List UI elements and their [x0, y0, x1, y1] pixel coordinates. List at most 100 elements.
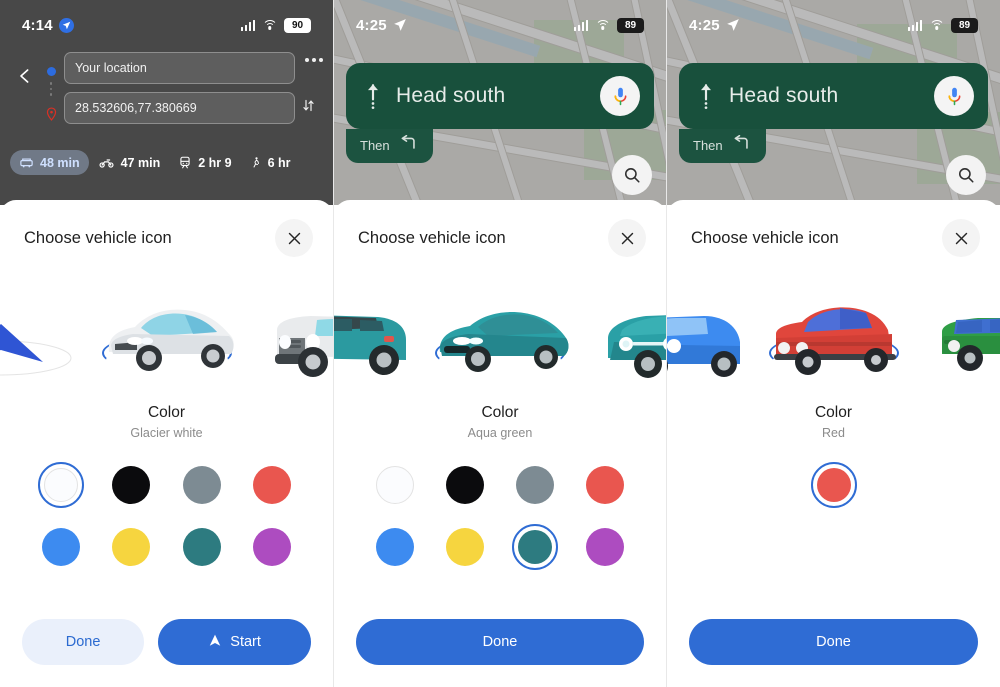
- close-icon[interactable]: [608, 219, 646, 257]
- vehicle-option-compact-hatchback[interactable]: [583, 278, 666, 382]
- panel-1: 4:14 90 Your location 28.532606,77.38066…: [0, 0, 333, 687]
- sheet-header: Choose vehicle icon: [667, 200, 1000, 276]
- google-assistant-mic-icon[interactable]: [600, 76, 640, 116]
- color-swatch-grey[interactable]: [512, 462, 558, 508]
- route-fields: Your location 28.532606,77.380669: [64, 48, 295, 124]
- color-swatch-grid: [0, 462, 333, 570]
- destination-input[interactable]: 28.532606,77.380669: [64, 92, 295, 124]
- color-swatch-blue[interactable]: [38, 524, 84, 570]
- color-heading: Color: [481, 404, 519, 421]
- vehicle-option-retro-sedan[interactable]: [751, 278, 917, 382]
- status-bar: 4:25 89: [667, 14, 1000, 36]
- route-dots-icon: [49, 82, 53, 96]
- color-swatch-red[interactable]: [249, 462, 295, 508]
- sheet-footer: Done: [334, 619, 666, 687]
- done-button[interactable]: Done: [356, 619, 644, 665]
- then-instruction-card: Then: [679, 129, 766, 163]
- travel-mode-motorcycle-label: 47 min: [120, 155, 161, 170]
- route-endpoints-icons: [38, 48, 64, 127]
- vehicle-option-sports-sedan[interactable]: [84, 278, 250, 382]
- color-swatch-grey[interactable]: [179, 462, 225, 508]
- vehicle-carousel[interactable]: [667, 276, 1000, 386]
- travel-mode-walk[interactable]: 6 hr: [241, 150, 300, 175]
- directions-header: Your location 28.532606,77.380669: [0, 48, 333, 127]
- done-button[interactable]: Done: [22, 619, 145, 665]
- screenshot-strip: 4:14 90 Your location 28.532606,77.38066…: [0, 0, 1000, 687]
- color-swatch-yellow[interactable]: [442, 524, 488, 570]
- page-title: Choose vehicle icon: [24, 228, 172, 247]
- color-swatch-red[interactable]: [810, 462, 857, 508]
- vehicle-option-pickup-truck[interactable]: [917, 278, 1000, 382]
- wifi-icon: [262, 19, 277, 31]
- sheet-footer: Done: [667, 619, 1000, 687]
- battery-indicator: 89: [617, 17, 644, 33]
- vehicle-option-compact-hatchback[interactable]: [667, 278, 751, 382]
- status-left: 4:25: [689, 17, 741, 34]
- origin-input[interactable]: Your location: [64, 52, 295, 84]
- back-chevron-icon[interactable]: [12, 48, 38, 86]
- then-instruction-card: Then: [346, 129, 433, 163]
- battery-indicator: 90: [284, 17, 311, 33]
- cellular-signal-icon: [907, 19, 922, 31]
- status-right: 89: [907, 17, 978, 33]
- close-icon[interactable]: [942, 219, 980, 257]
- vehicle-option-navigation-arrow-chevron[interactable]: [0, 278, 84, 382]
- color-selected-name: Red: [822, 426, 845, 440]
- status-bar: 4:14 90: [0, 14, 333, 36]
- color-swatch-black[interactable]: [108, 462, 154, 508]
- color-selected-name: Glacier white: [130, 426, 203, 440]
- done-button[interactable]: Done: [689, 619, 978, 665]
- navigation-instruction: Head south: [729, 84, 839, 107]
- status-right: 90: [240, 17, 311, 33]
- vehicle-carousel[interactable]: [0, 276, 333, 386]
- color-swatch-black[interactable]: [442, 462, 488, 508]
- vehicle-option-classic-suv[interactable]: [334, 278, 417, 382]
- color-section: Color Red: [667, 386, 1000, 508]
- color-section: Color Aqua green: [334, 386, 666, 570]
- travel-mode-motorcycle[interactable]: 47 min: [89, 150, 170, 175]
- color-swatch-grid: [334, 462, 666, 570]
- done-button-label: Done: [65, 634, 101, 650]
- start-button[interactable]: Start: [158, 619, 311, 665]
- color-swatch-aqua-green[interactable]: [512, 524, 558, 570]
- panel-2: 4:25 89 Head south Then Choose vehicle i…: [333, 0, 666, 687]
- color-swatch-yellow[interactable]: [108, 524, 154, 570]
- color-swatch-blue[interactable]: [372, 524, 418, 570]
- sheet-header: Choose vehicle icon: [334, 200, 666, 276]
- destination-pin-icon: [45, 106, 58, 127]
- travel-mode-transit[interactable]: 2 hr 9: [169, 150, 240, 175]
- color-swatch-glacier-white[interactable]: [38, 462, 85, 508]
- color-swatch-glacier-white[interactable]: [372, 462, 418, 508]
- page-title: Choose vehicle icon: [691, 228, 839, 247]
- vehicle-option-off-road-suv[interactable]: [250, 278, 333, 382]
- color-swatch-grid: [667, 462, 1000, 508]
- close-icon[interactable]: [275, 219, 313, 257]
- google-assistant-mic-icon[interactable]: [934, 76, 974, 116]
- search-icon[interactable]: [612, 155, 652, 195]
- search-icon[interactable]: [946, 155, 986, 195]
- color-swatch-purple[interactable]: [582, 524, 628, 570]
- travel-mode-car[interactable]: 48 min: [10, 150, 89, 175]
- cellular-signal-icon: [573, 19, 588, 31]
- navigation-instruction-card: Head south: [346, 63, 654, 129]
- start-button-label: Start: [230, 634, 261, 650]
- status-time: 4:14: [22, 16, 53, 34]
- color-swatch-purple[interactable]: [249, 524, 295, 570]
- location-arrow-icon: [726, 18, 741, 33]
- status-bar: 4:25 89: [334, 14, 666, 36]
- status-left: 4:25: [356, 17, 408, 34]
- navigation-instruction-card: Head south: [679, 63, 988, 129]
- cellular-signal-icon: [240, 19, 255, 31]
- vehicle-carousel[interactable]: [334, 276, 666, 386]
- more-horizontal-icon[interactable]: [305, 58, 323, 62]
- status-left: 4:14: [22, 17, 74, 34]
- location-arrow-icon: [58, 17, 74, 33]
- travel-modes-row: 48 min 47 min 2 hr 9 6 hr: [0, 150, 333, 175]
- color-section: Color Glacier white: [0, 386, 333, 570]
- turn-left-arrow-icon: [400, 134, 417, 155]
- straight-arrow-icon: [360, 81, 386, 111]
- color-swatch-aqua-green[interactable]: [179, 524, 225, 570]
- page-title: Choose vehicle icon: [358, 228, 506, 247]
- vehicle-option-sports-sedan[interactable]: [417, 278, 583, 382]
- color-swatch-red[interactable]: [582, 462, 628, 508]
